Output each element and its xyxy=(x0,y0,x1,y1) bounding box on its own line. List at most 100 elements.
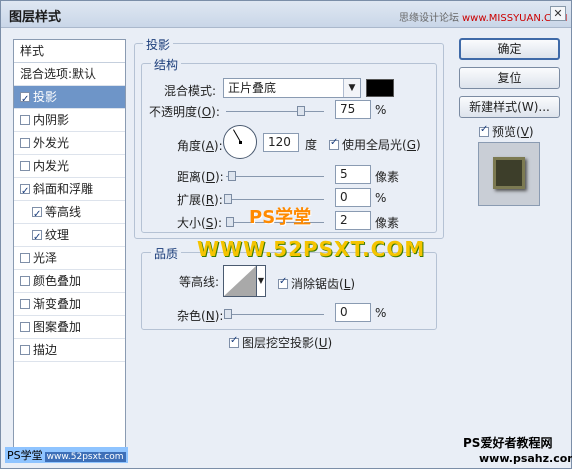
anti-alias-checkbox[interactable]: 消除锯齿(L) xyxy=(278,275,355,292)
blend-mode-select[interactable]: 正片叠底 ▼ xyxy=(223,78,361,98)
style-item-label: 光泽 xyxy=(33,251,58,265)
angle-key: A xyxy=(205,139,214,153)
layer-style-dialog: 图层样式 思缘设计论坛 www.MISSYUAN.COM ✕ 样式 混合选项:默认… xyxy=(0,0,572,469)
style-item[interactable]: 光泽 xyxy=(14,247,125,270)
angle-label: 角度(A): xyxy=(177,139,223,153)
chevron-down-icon: ▼ xyxy=(343,79,360,97)
spread-field[interactable]: 0 xyxy=(335,188,371,207)
style-item-label: 内发光 xyxy=(33,159,70,173)
contour-label: 等高线: xyxy=(179,275,220,289)
style-item-checkbox[interactable] xyxy=(20,253,30,263)
top-watermark-text: 思缘设计论坛 xyxy=(399,13,459,24)
opacity-label: 不透明度(O): xyxy=(149,105,220,119)
global-light-check[interactable] xyxy=(329,137,339,150)
noise-key: N xyxy=(205,309,215,323)
size-slider-thumb[interactable] xyxy=(226,217,234,227)
style-item-checkbox[interactable] xyxy=(32,204,42,226)
style-item-checkbox[interactable] xyxy=(20,89,30,111)
style-item[interactable]: 内阴影 xyxy=(14,109,125,132)
style-item[interactable]: 纹理 xyxy=(14,224,125,249)
noise-unit: % xyxy=(375,306,387,320)
style-item-checkbox[interactable] xyxy=(20,115,30,125)
opacity-field[interactable]: 75 xyxy=(335,100,371,119)
new-style-button[interactable]: 新建样式(W)... xyxy=(459,96,560,118)
spread-key: R xyxy=(205,193,215,207)
opacity-label-text: 不透明度 xyxy=(149,105,198,119)
site-url-watermark: WWW.52PSXT.COM xyxy=(197,237,426,261)
angle-field[interactable]: 120 xyxy=(263,133,299,152)
style-item-label: 内阴影 xyxy=(33,113,70,127)
ok-button[interactable]: 确定 xyxy=(459,38,560,60)
style-item-checkbox[interactable] xyxy=(20,322,30,332)
distance-slider-thumb[interactable] xyxy=(228,171,236,181)
style-item-label: 描边 xyxy=(33,343,58,357)
style-item-label: 混合选项:默认 xyxy=(20,67,97,81)
style-item-checkbox[interactable] xyxy=(20,345,30,355)
noise-label: 杂色(N): xyxy=(177,309,224,323)
style-item-checkbox[interactable] xyxy=(20,138,30,148)
close-icon[interactable]: ✕ xyxy=(550,6,566,21)
distance-field[interactable]: 5 xyxy=(335,165,371,184)
global-light-key: G xyxy=(406,138,417,152)
style-item-label: 投影 xyxy=(33,90,58,104)
opacity-slider-thumb[interactable] xyxy=(297,106,305,116)
style-item-label: 渐变叠加 xyxy=(33,297,82,311)
anti-alias-check[interactable] xyxy=(278,276,288,289)
style-list-header[interactable]: 样式 xyxy=(14,40,125,63)
style-item[interactable]: 投影 xyxy=(14,86,125,111)
style-list: 样式 混合选项:默认投影内阴影外发光内发光斜面和浮雕等高线纹理光泽颜色叠加渐变叠… xyxy=(13,39,126,453)
style-item-label: 纹理 xyxy=(45,228,70,242)
knockout-check[interactable] xyxy=(229,335,239,348)
bottom-right-watermark-url: www.psahz.com xyxy=(479,452,572,465)
drop-shadow-legend: 投影 xyxy=(143,36,174,53)
ps-xuetang-watermark: PS学堂 xyxy=(249,207,312,228)
reset-button[interactable]: 复位 xyxy=(459,67,560,89)
bottom-right-watermark-title: PS爱好者教程网 xyxy=(463,436,553,450)
style-item-checkbox[interactable] xyxy=(32,227,42,249)
preview-check[interactable] xyxy=(479,124,489,137)
size-unit: 像素 xyxy=(375,216,400,230)
preview-checkbox[interactable]: 预览(V) xyxy=(479,123,534,140)
noise-field[interactable]: 0 xyxy=(335,303,371,322)
style-item[interactable]: 内发光 xyxy=(14,155,125,178)
preview-key: V xyxy=(520,125,529,139)
title-bar[interactable]: 图层样式 思缘设计论坛 www.MISSYUAN.COM ✕ xyxy=(1,1,571,28)
spread-label: 扩展(R): xyxy=(177,193,223,207)
style-item[interactable]: 混合选项:默认 xyxy=(14,63,125,86)
style-item-checkbox[interactable] xyxy=(20,161,30,171)
opacity-slider-track[interactable] xyxy=(226,111,324,112)
contour-picker[interactable] xyxy=(223,265,257,297)
style-item[interactable]: 图案叠加 xyxy=(14,316,125,339)
style-item[interactable]: 等高线 xyxy=(14,201,125,226)
style-item[interactable]: 外发光 xyxy=(14,132,125,155)
style-item[interactable]: 渐变叠加 xyxy=(14,293,125,316)
distance-unit: 像素 xyxy=(375,170,400,184)
style-item-checkbox[interactable] xyxy=(20,181,30,203)
style-item[interactable]: 斜面和浮雕 xyxy=(14,178,125,203)
style-item-label: 外发光 xyxy=(33,136,70,150)
noise-slider-thumb[interactable] xyxy=(224,309,232,319)
angle-unit: 度 xyxy=(305,138,318,152)
distance-key: D xyxy=(205,170,215,184)
style-preview-swatch xyxy=(493,157,525,189)
shadow-color-swatch[interactable] xyxy=(366,79,394,97)
top-watermark: 思缘设计论坛 www.MISSYUAN.COM xyxy=(399,9,567,24)
spread-slider-thumb[interactable] xyxy=(224,194,232,204)
size-field[interactable]: 2 xyxy=(335,211,371,230)
blend-mode-value: 正片叠底 xyxy=(228,81,277,95)
style-item-label: 斜面和浮雕 xyxy=(33,182,94,196)
chevron-down-icon[interactable]: ▼ xyxy=(256,265,266,297)
angle-dial-center xyxy=(239,141,242,144)
spread-slider-track[interactable] xyxy=(226,199,324,200)
opacity-key: O xyxy=(201,105,212,119)
style-item[interactable]: 颜色叠加 xyxy=(14,270,125,293)
distance-slider-track[interactable] xyxy=(226,176,324,177)
noise-slider-track[interactable] xyxy=(226,314,324,315)
style-item-checkbox[interactable] xyxy=(20,299,30,309)
style-item-checkbox[interactable] xyxy=(20,276,30,286)
style-item[interactable]: 描边 xyxy=(14,339,125,362)
angle-dial[interactable] xyxy=(223,125,257,159)
global-light-checkbox[interactable]: 使用全局光(G) xyxy=(329,136,421,153)
knockout-checkbox[interactable]: 图层挖空投影(U) xyxy=(229,334,332,351)
spread-unit: % xyxy=(375,191,387,205)
